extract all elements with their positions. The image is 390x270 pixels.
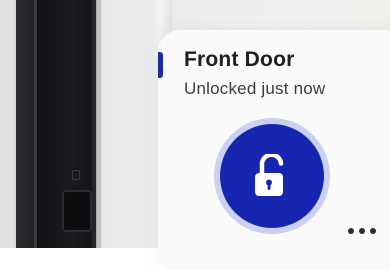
door-edge xyxy=(99,0,101,248)
lock-widget-card: Front Door Unlocked just now xyxy=(158,30,390,270)
smart-lock-edge xyxy=(34,0,37,248)
accent-bar xyxy=(158,52,163,78)
more-dot xyxy=(348,228,354,234)
more-dot xyxy=(370,228,376,234)
unlocked-padlock-icon xyxy=(255,154,284,196)
lock-logo-icon xyxy=(72,170,80,180)
lock-toggle-button[interactable] xyxy=(220,124,324,228)
lock-toggle-ring xyxy=(214,118,330,234)
more-dot xyxy=(359,228,365,234)
fingerprint-reader xyxy=(62,190,92,232)
lock-status-text: Unlocked just now xyxy=(184,79,326,98)
more-options-button[interactable] xyxy=(348,228,376,234)
device-name: Front Door xyxy=(184,48,295,71)
